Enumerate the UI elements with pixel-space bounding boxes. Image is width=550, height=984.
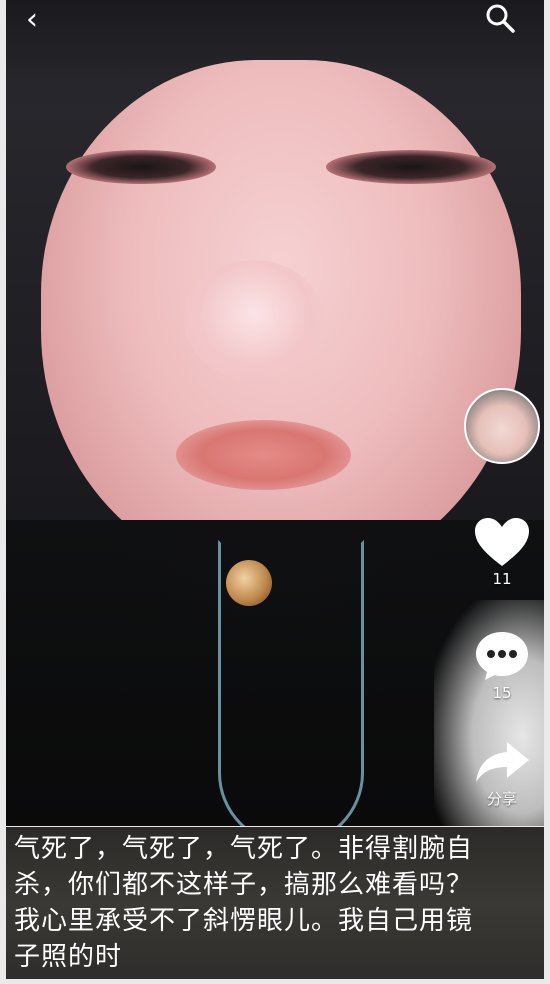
video-player[interactable]: ‹ — [6, 0, 544, 826]
video-caption: 气死了，气死了，气死了。非得割腕自 杀，你们都不这样子，搞那么难看吗？ 我心里承… — [6, 827, 544, 979]
comment-count: 15 — [492, 684, 512, 702]
video-frame-lips — [176, 420, 351, 490]
like-button[interactable]: 11 — [464, 516, 540, 588]
app-frame: ‹ 11 15 分享 气死了，气死了，气死了。非得割腕自 杀，你们都不这样子，搞… — [0, 0, 550, 984]
like-count: 11 — [492, 570, 512, 588]
heart-icon — [475, 518, 529, 566]
share-button[interactable]: 分享 — [464, 738, 540, 809]
video-frame-nose — [184, 260, 324, 380]
video-frame-earphone-cable — [218, 540, 364, 826]
caption-line: 我心里承受不了斜愣眼儿。我自己用镜 — [14, 906, 474, 936]
back-button[interactable]: ‹ — [26, 5, 56, 36]
author-avatar[interactable] — [464, 388, 540, 464]
caption-line: 杀，你们都不这样子，搞那么难看吗？ — [14, 870, 474, 900]
share-arrow-icon — [476, 742, 529, 782]
chevron-left-icon: ‹ — [26, 2, 38, 37]
comment-button[interactable]: 15 — [464, 630, 540, 702]
search-icon — [486, 4, 515, 33]
search-button[interactable] — [484, 2, 516, 34]
video-frame-right-eye — [326, 150, 496, 184]
caption-line: 子照的时 — [14, 942, 123, 972]
share-label: 分享 — [486, 790, 517, 808]
caption-line: 气死了，气死了，气死了。非得割腕自 — [14, 834, 474, 864]
comment-bubble-icon — [476, 632, 528, 680]
video-frame-left-eye — [66, 150, 216, 184]
